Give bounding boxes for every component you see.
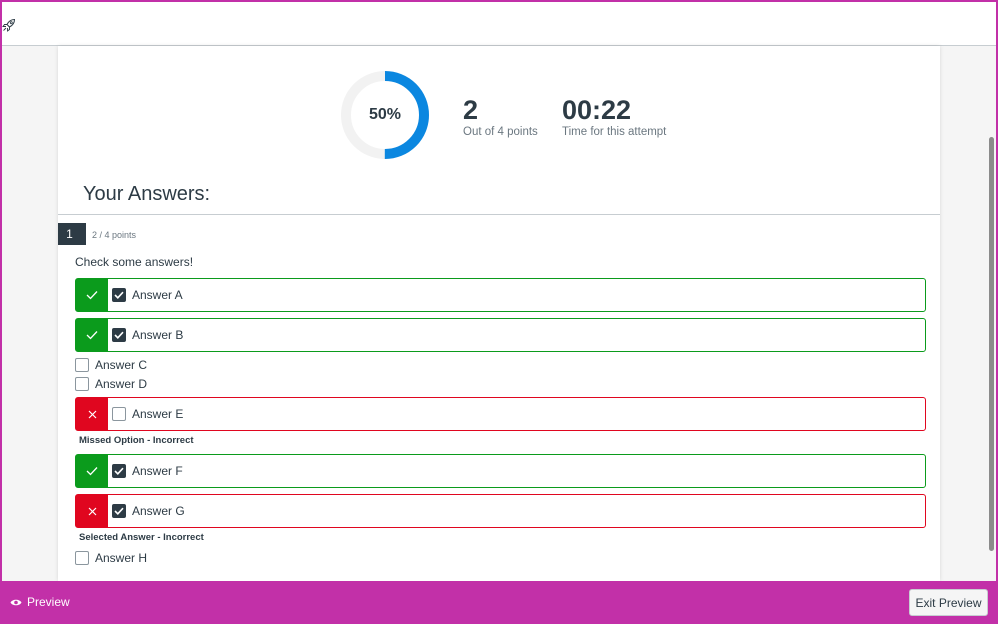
answer-option-b: Answer B bbox=[75, 318, 926, 352]
answer-label: Answer C bbox=[95, 358, 148, 372]
answer-label: Answer H bbox=[95, 551, 148, 565]
checkbox-unchecked[interactable] bbox=[112, 407, 126, 421]
preview-bar: Preview Exit Preview bbox=[0, 581, 998, 624]
checkbox-unchecked[interactable] bbox=[75, 358, 89, 372]
checkbox-checked[interactable] bbox=[112, 504, 126, 518]
checkbox-unchecked[interactable] bbox=[75, 377, 89, 391]
x-icon bbox=[76, 398, 108, 430]
divider bbox=[58, 214, 940, 215]
check-icon bbox=[76, 455, 108, 487]
answer-option-g: Answer G bbox=[75, 494, 926, 528]
question-text: Check some answers! bbox=[75, 255, 194, 269]
score-percent: 50% bbox=[368, 106, 402, 123]
checkbox-checked[interactable] bbox=[112, 464, 126, 478]
points-caption: Out of 4 points bbox=[463, 126, 538, 138]
time-caption: Time for this attempt bbox=[562, 126, 667, 138]
answer-option-a: Answer A bbox=[75, 278, 926, 312]
answer-feedback: Selected Answer - Incorrect bbox=[79, 532, 204, 543]
answer-option-f: Answer F bbox=[75, 454, 926, 488]
answer-label: Answer G bbox=[132, 504, 185, 518]
answer-label: Answer A bbox=[132, 288, 183, 302]
preview-indicator: Preview bbox=[10, 595, 70, 609]
rocket-icon bbox=[2, 18, 16, 32]
check-icon bbox=[76, 319, 108, 351]
top-bar bbox=[2, 2, 996, 46]
answer-feedback: Missed Option - Incorrect bbox=[79, 435, 194, 446]
checkbox-checked[interactable] bbox=[112, 328, 126, 342]
scrollbar-thumb[interactable] bbox=[989, 137, 994, 551]
answer-label: Answer D bbox=[95, 377, 148, 391]
check-icon bbox=[76, 279, 108, 311]
checkbox-checked[interactable] bbox=[112, 288, 126, 302]
answer-label: Answer F bbox=[132, 464, 183, 478]
answer-option-h: Answer H bbox=[75, 550, 147, 566]
eye-icon bbox=[10, 599, 22, 605]
question-number: 1 bbox=[58, 223, 86, 245]
answer-label: Answer B bbox=[132, 328, 184, 342]
points-value: 2 bbox=[463, 95, 479, 125]
answer-label: Answer E bbox=[132, 407, 184, 421]
time-value: 00:22 bbox=[562, 95, 632, 125]
question-points: 2 / 4 points bbox=[92, 230, 137, 240]
x-icon bbox=[76, 495, 108, 527]
time-stat: 00:22 Time for this attempt bbox=[562, 94, 666, 138]
answer-option-d: Answer D bbox=[75, 376, 147, 392]
answer-option-e: Answer E bbox=[75, 397, 926, 431]
checkbox-unchecked[interactable] bbox=[75, 551, 89, 565]
preview-label: Preview bbox=[27, 595, 70, 609]
points-stat: 2 Out of 4 points bbox=[463, 94, 538, 138]
exit-preview-button[interactable]: Exit Preview bbox=[909, 589, 988, 616]
quiz-results-panel: 50% 2 Out of 4 points 00:22 Time for thi… bbox=[58, 46, 940, 581]
answer-option-c: Answer C bbox=[75, 357, 147, 373]
answers-heading: Your Answers: bbox=[83, 183, 211, 205]
